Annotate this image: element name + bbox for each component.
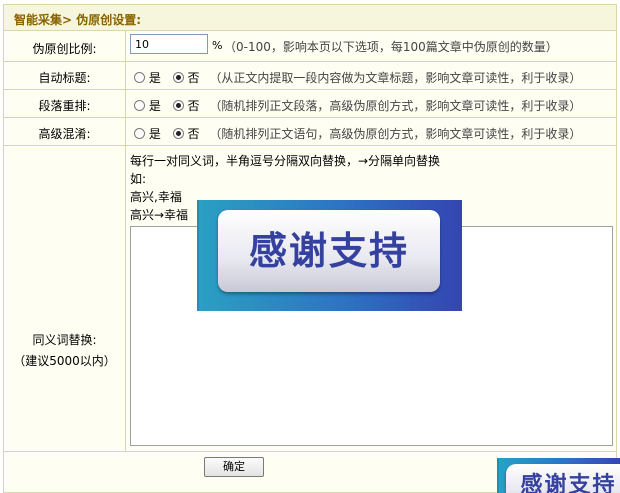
- auto-title-label: 自动标题:: [38, 71, 91, 85]
- advanced-shuffle-yes-radio[interactable]: [134, 128, 145, 139]
- advanced-shuffle-yes-label: 是: [148, 127, 161, 141]
- thanks-banner-corner-card: 感谢支持: [506, 464, 620, 493]
- panel-header: 智能采集> 伪原创设置:: [4, 5, 616, 31]
- paragraph-reorder-no-radio[interactable]: [172, 100, 184, 111]
- row-ratio: 伪原创比例: % （0-100，影响本页以下选项，每100篇文章中伪原创的数量）: [4, 31, 616, 62]
- paragraph-reorder-yes-radio[interactable]: [134, 100, 145, 111]
- value-cell: 是 否 （随机排列正文段落，高级伪原创方式，影响文章可读性，利于收录）: [126, 90, 616, 117]
- row-auto-title: 自动标题: 是 否 （从正文内提取一段内容做为文章标题，影响文章可读性，利于收录…: [4, 62, 616, 90]
- synonyms-sublabel: （建议5000以内）: [13, 354, 116, 368]
- thanks-banner-corner-text: 感谢支持: [520, 473, 617, 493]
- auto-title-hint: （从正文内提取一段内容做为文章标题，影响文章可读性，利于收录）: [209, 71, 582, 85]
- advanced-shuffle-label: 高级混淆:: [38, 127, 91, 141]
- auto-title-yes-radio[interactable]: [134, 72, 145, 83]
- ratio-input[interactable]: [130, 34, 208, 54]
- synonyms-label: 同义词替换:: [32, 333, 97, 347]
- advanced-shuffle-no-label: 否: [187, 127, 200, 141]
- thanks-banner-corner[interactable]: 感谢支持: [497, 458, 620, 493]
- value-cell: % （0-100，影响本页以下选项，每100篇文章中伪原创的数量）: [126, 31, 616, 61]
- confirm-button[interactable]: 确定: [204, 457, 264, 477]
- auto-title-no-radio[interactable]: [172, 72, 184, 83]
- percent-unit: %: [212, 39, 223, 52]
- row-paragraph-reorder: 段落重排: 是 否 （随机排列正文段落，高级伪原创方式，影响文章可读性，利于收录…: [4, 90, 616, 118]
- label-cell: 伪原创比例:: [4, 31, 126, 61]
- value-cell: 是 否 （随机排列正文语句，高级伪原创方式，影响文章可读性，利于收录）: [126, 118, 616, 145]
- label-cell: 同义词替换: （建议5000以内）: [4, 146, 126, 451]
- label-cell: 高级混淆:: [4, 118, 126, 145]
- auto-title-no-label: 否: [187, 71, 200, 85]
- auto-title-yes-label: 是: [148, 71, 161, 85]
- paragraph-reorder-no-label: 否: [187, 99, 200, 113]
- value-cell: 是 否 （从正文内提取一段内容做为文章标题，影响文章可读性，利于收录）: [126, 62, 616, 89]
- row-advanced-shuffle: 高级混淆: 是 否 （随机排列正文语句，高级伪原创方式，影响文章可读性，利于收录…: [4, 118, 616, 146]
- label-cell: 段落重排:: [4, 90, 126, 117]
- advanced-shuffle-no-radio[interactable]: [172, 128, 184, 139]
- thanks-banner-text: 感谢支持: [248, 229, 409, 273]
- panel-title: 智能采集> 伪原创设置:: [14, 13, 142, 27]
- paragraph-reorder-yes-label: 是: [148, 99, 161, 113]
- synonyms-example-title: 如:: [130, 172, 147, 186]
- advanced-shuffle-hint: （随机排列正文语句，高级伪原创方式，影响文章可读性，利于收录）: [209, 127, 582, 141]
- paragraph-reorder-hint: （随机排列正文段落，高级伪原创方式，影响文章可读性，利于收录）: [209, 99, 582, 113]
- synonyms-instruction: 每行一对同义词，半角逗号分隔双向替换，→分隔单向替换: [130, 154, 441, 168]
- label-cell: 自动标题:: [4, 62, 126, 89]
- ratio-label: 伪原创比例:: [32, 42, 97, 56]
- ratio-hint: （0-100，影响本页以下选项，每100篇文章中伪原创的数量）: [224, 40, 558, 54]
- thanks-banner[interactable]: 感谢支持: [197, 200, 462, 311]
- thanks-banner-card: 感谢支持: [218, 210, 440, 292]
- paragraph-reorder-label: 段落重排:: [38, 99, 91, 113]
